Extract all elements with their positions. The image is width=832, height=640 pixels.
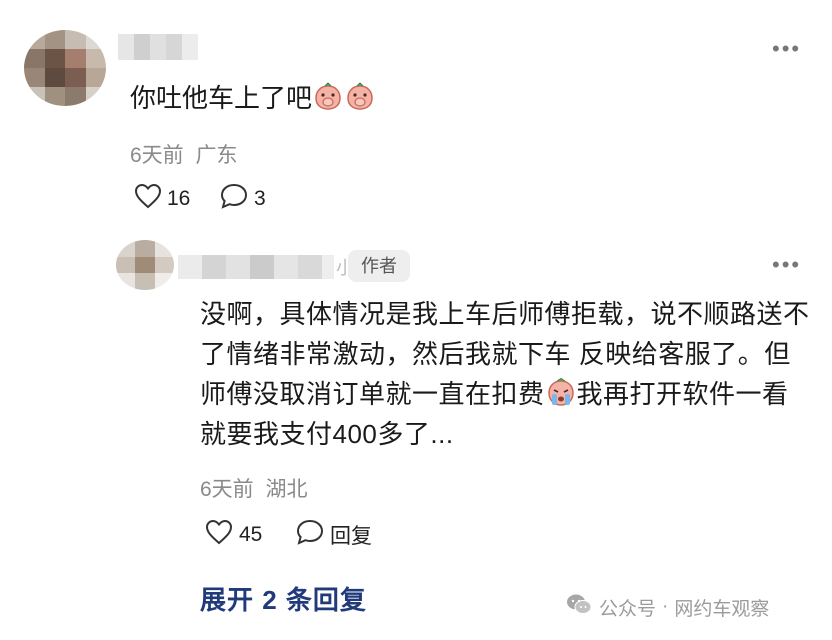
comment-text: 你吐他车上了吧 xyxy=(130,78,376,118)
more-options-icon[interactable]: ••• xyxy=(772,252,801,278)
watermark: 公众号 · 网约车观察 xyxy=(565,592,769,622)
more-options-icon[interactable]: ••• xyxy=(772,36,801,62)
comment-time: 6天前 xyxy=(130,144,184,167)
wechat-icon xyxy=(565,592,593,622)
crying-face-emoji-icon xyxy=(546,377,576,408)
reply-label: 回复 xyxy=(330,524,372,548)
avatar[interactable] xyxy=(24,30,106,106)
chat-bubble-icon xyxy=(296,519,324,550)
face-covering-mouth-emoji-icon xyxy=(345,82,375,112)
comment-location: 广东 xyxy=(195,144,238,167)
author-badge: 作者 xyxy=(348,250,410,282)
like-count: 16 xyxy=(167,186,191,210)
watermark-name: 网约车观察 xyxy=(674,598,770,620)
reply-text: 没啊，具体情况是我上车后师傅拒载，说不顺路送不了情绪非常激动，然后我就下车 反映… xyxy=(200,299,810,449)
comment-meta: 6天前 广东 xyxy=(130,139,238,169)
heart-icon xyxy=(134,183,162,214)
face-covering-mouth-emoji-icon xyxy=(313,82,343,112)
chat-bubble-icon xyxy=(220,183,248,214)
reply-button[interactable]: 回复 xyxy=(296,519,372,550)
watermark-separator: · xyxy=(662,596,669,617)
watermark-prefix: 公众号 xyxy=(599,598,657,620)
avatar[interactable] xyxy=(116,240,174,290)
heart-icon xyxy=(205,519,233,550)
reply-time: 6天前 xyxy=(200,478,254,501)
expand-replies-link[interactable]: 展开 2 条回复 xyxy=(200,580,367,617)
reply-count: 3 xyxy=(254,186,266,210)
reply-count-button[interactable]: 3 xyxy=(220,183,266,214)
reply-location: 湖北 xyxy=(265,478,308,501)
username-blurred[interactable] xyxy=(118,34,198,60)
reply-meta: 6天前 湖北 xyxy=(200,473,308,503)
like-button[interactable]: 45 xyxy=(205,519,262,550)
like-count: 45 xyxy=(239,522,263,546)
like-button[interactable]: 16 xyxy=(134,183,190,214)
username-blurred[interactable]: 小 xyxy=(178,254,354,280)
